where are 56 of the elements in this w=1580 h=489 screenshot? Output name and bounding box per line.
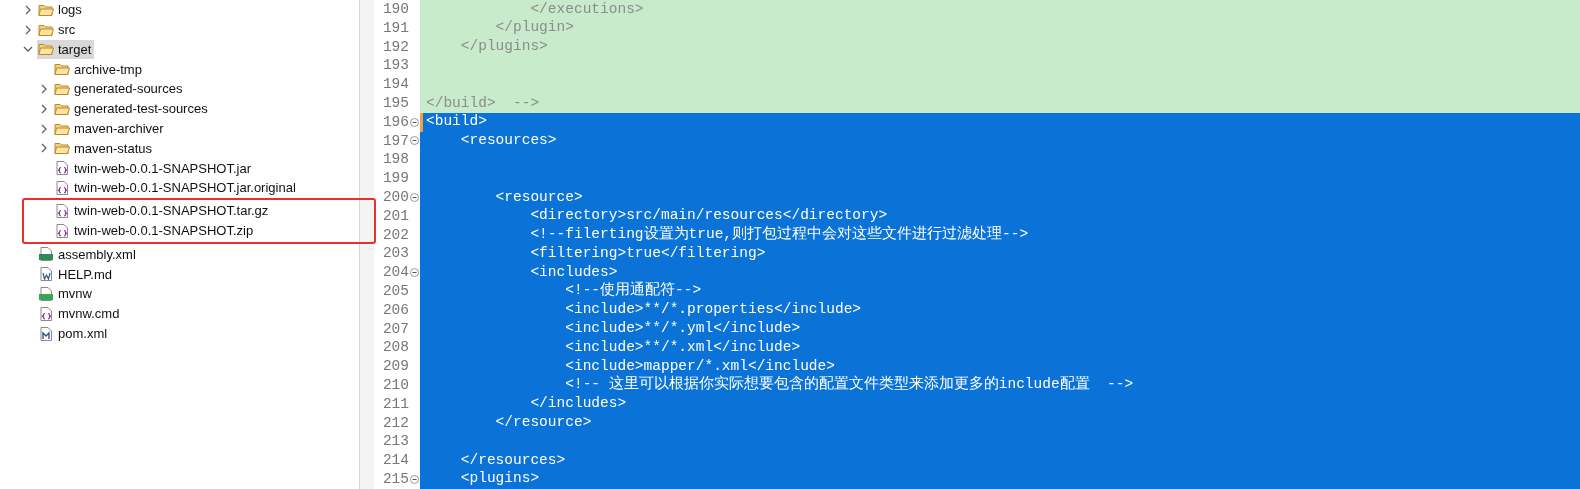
- code-text: </plugins>: [459, 37, 548, 57]
- tree-item[interactable]: generated-test-sources: [53, 99, 211, 119]
- code-text: <build>: [426, 112, 487, 132]
- fold-toggle-icon[interactable]: [410, 474, 419, 484]
- code-text: <include>**/*.yml</include>: [564, 319, 801, 339]
- tree-item[interactable]: twin-web-0.0.1-SNAPSHOT.jar.original: [53, 178, 299, 198]
- fold-toggle-icon[interactable]: [410, 192, 419, 202]
- folder-icon: [54, 61, 70, 78]
- braces-file-icon: [54, 202, 70, 219]
- tree-item[interactable]: mvnw: [37, 284, 95, 304]
- code-text: </includes>: [529, 394, 627, 414]
- code-text: <includes>: [529, 262, 618, 282]
- code-text: <plugins>: [459, 469, 540, 489]
- code-text: <!--使用通配符-->: [564, 280, 702, 301]
- braces-file-icon: [54, 160, 70, 177]
- tree-item[interactable]: logs: [37, 0, 85, 20]
- tree-item[interactable]: maven-status: [53, 138, 156, 158]
- tree-item[interactable]: mvnw.cmd: [37, 304, 123, 324]
- code-text: </plugin>: [494, 18, 574, 38]
- tree-item[interactable]: archive-tmp: [53, 59, 145, 79]
- code-text: <include>**/*.properties</include>: [564, 300, 862, 320]
- tree-item[interactable]: generated-sources: [53, 79, 186, 99]
- tree-item[interactable]: src: [37, 20, 79, 40]
- xml-file-icon: [38, 246, 54, 263]
- braces-file-icon: [54, 222, 70, 239]
- tree-item[interactable]: twin-web-0.0.1-SNAPSHOT.zip: [53, 221, 257, 241]
- code-text: <resource>: [494, 187, 583, 207]
- code-text: </build> -->: [426, 93, 540, 113]
- code-text: </resources>: [459, 450, 566, 470]
- folder-icon: [54, 81, 70, 98]
- braces-file-icon: [38, 305, 54, 322]
- tree-item[interactable]: twin-web-0.0.1-SNAPSHOT.jar: [53, 158, 254, 178]
- maven-file-icon: [38, 325, 54, 342]
- code-text: <filtering>true</filtering>: [529, 243, 766, 263]
- tree-item[interactable]: HELP.md: [37, 264, 115, 284]
- code-text: <include>**/*.xml</include>: [564, 337, 801, 357]
- code-text: <include>mapper/*.xml</include>: [564, 356, 835, 375]
- tree-item[interactable]: target: [37, 40, 95, 59]
- tree-item[interactable]: assembly.xml: [37, 244, 139, 264]
- tree-item[interactable]: twin-web-0.0.1-SNAPSHOT.tar.gz: [53, 201, 272, 221]
- fold-toggle-icon[interactable]: [410, 136, 419, 146]
- code-text: <!-- 这里可以根据你实际想要包含的配置文件类型来添加更多的include配置 -->: [564, 374, 1134, 395]
- document-icon: [38, 266, 54, 283]
- code-text: <directory>src/main/resources</directory>: [529, 206, 888, 225]
- tree-item[interactable]: maven-archiver: [53, 119, 167, 139]
- shell-script-icon: [38, 286, 54, 303]
- folder-icon: [38, 41, 54, 58]
- code-text: </resource>: [494, 413, 592, 433]
- braces-file-icon: [54, 180, 70, 197]
- fold-toggle-icon[interactable]: [410, 268, 419, 278]
- folder-icon: [54, 140, 70, 157]
- tree-item[interactable]: pom.xml: [37, 324, 111, 344]
- code-text: </executions>: [529, 0, 644, 19]
- fold-toggle-icon[interactable]: [410, 117, 419, 127]
- code-text: <resources>: [459, 131, 557, 151]
- code-text: <!--filerting设置为true,则打包过程中会对这些文件进行过滤处理-->: [529, 224, 1029, 245]
